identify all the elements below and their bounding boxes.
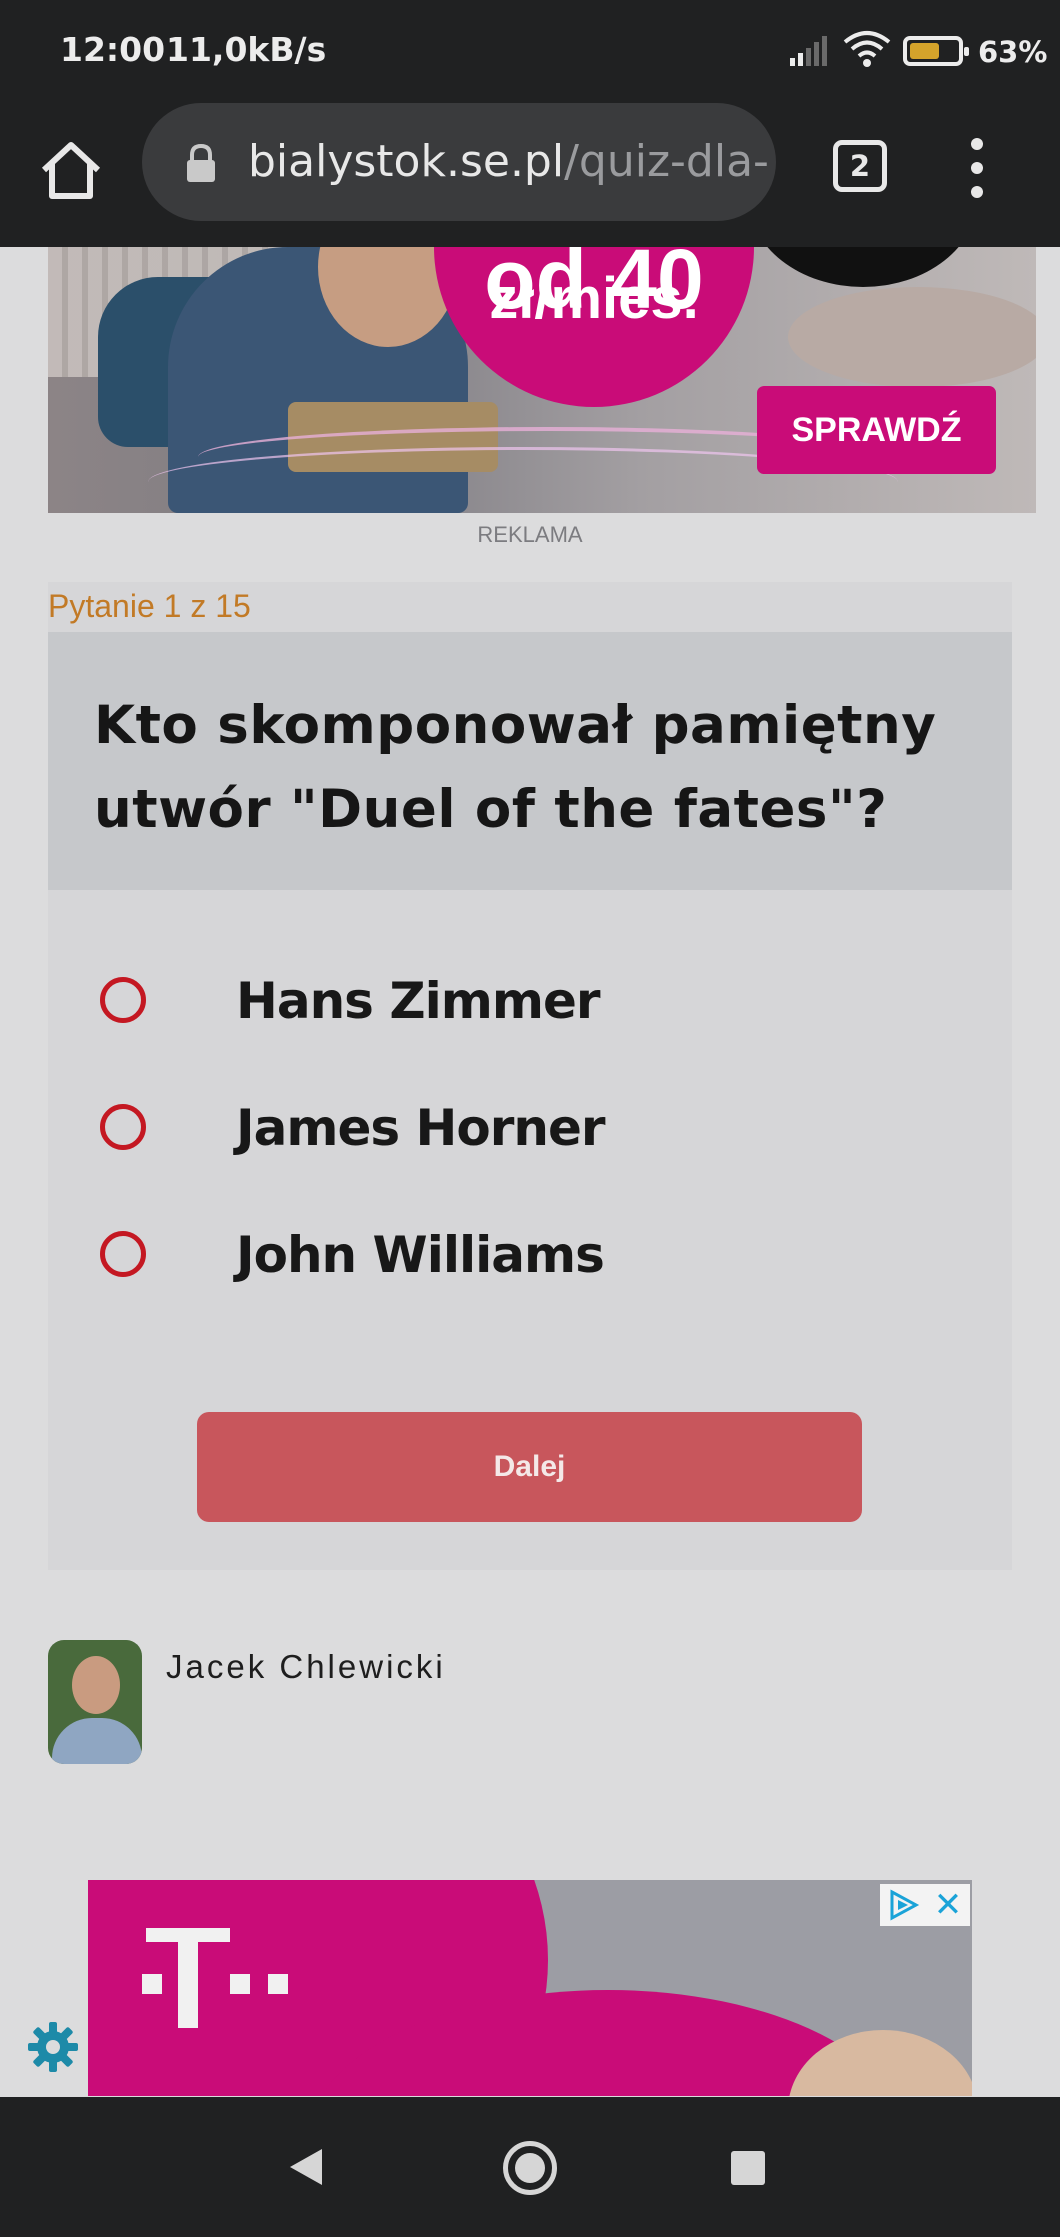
- adchoices-icon[interactable]: [886, 1888, 922, 1922]
- ad-label: REKLAMA: [477, 522, 583, 547]
- battery-percent: 63%: [978, 35, 1048, 69]
- ad-pillows: [788, 287, 1036, 387]
- answers-box: Hans Zimmer James Horner John Williams D…: [48, 890, 1012, 1570]
- battery-icon: [903, 36, 969, 66]
- answer-option[interactable]: Hans Zimmer: [48, 950, 1012, 1050]
- quiz-progress-text: Pytanie 1 z 15: [48, 588, 251, 624]
- author-name[interactable]: Jacek Chlewicki: [166, 1648, 446, 1686]
- tab-switcher-button[interactable]: 2: [833, 140, 887, 192]
- answer-option[interactable]: John Williams: [48, 1204, 1012, 1304]
- url-path: /quiz-dla-p: [564, 136, 768, 187]
- author-byline[interactable]: Jacek Chlewicki: [48, 1640, 748, 1768]
- answer-option[interactable]: James Horner: [48, 1077, 1012, 1177]
- quiz-progress: Pytanie 1 z 15: [48, 582, 1012, 632]
- address-bar[interactable]: bialystok.se.pl/quiz-dla-p: [142, 103, 776, 221]
- ad-cta-button[interactable]: SPRAWDŹ: [757, 386, 996, 474]
- recent-apps-icon[interactable]: [731, 2151, 765, 2185]
- answer-label[interactable]: James Horner: [236, 1099, 606, 1157]
- avatar-head: [72, 1656, 120, 1714]
- radio-button[interactable]: [100, 977, 146, 1023]
- network-speed: 11,0kB/s: [166, 30, 327, 69]
- overflow-menu-icon[interactable]: [965, 138, 989, 198]
- answer-label[interactable]: John Williams: [236, 1226, 605, 1284]
- ad-price-unit: zł/mies.: [489, 266, 699, 331]
- browser-toolbar: bialystok.se.pl/quiz-dla-p 2: [0, 100, 1060, 247]
- wifi-icon: [843, 31, 891, 67]
- back-icon[interactable]: [288, 2147, 324, 2187]
- home-button-icon[interactable]: [503, 2141, 557, 2195]
- radio-button[interactable]: [100, 1104, 146, 1150]
- answer-label[interactable]: Hans Zimmer: [236, 972, 601, 1030]
- system-nav-bar: [0, 2097, 1060, 2237]
- gear-icon[interactable]: [26, 2020, 80, 2074]
- ad-banner-top[interactable]: od 40 zł/mies. SPRAWDŹ: [48, 247, 1036, 513]
- signal-icon: [790, 36, 827, 66]
- avatar[interactable]: [48, 1640, 142, 1764]
- close-ad-icon[interactable]: ✕: [926, 1884, 970, 1926]
- url-domain: bialystok.se.pl: [248, 136, 565, 187]
- status-time: 12:00: [60, 30, 166, 69]
- home-icon[interactable]: [36, 136, 106, 206]
- radio-button[interactable]: [100, 1231, 146, 1277]
- lock-icon: [187, 143, 215, 182]
- question-box: Kto skomponował pamiętny utwór "Duel of …: [48, 632, 1012, 890]
- url-text: bialystok.se.pl/quiz-dla-p: [248, 136, 768, 187]
- quiz-question: Kto skomponował pamiętny utwór "Duel of …: [94, 695, 937, 840]
- telekom-logo-icon: [142, 1928, 326, 2028]
- ad-choices[interactable]: ✕: [880, 1884, 970, 1926]
- status-bar: 12:00 11,0kB/s 63%: [0, 0, 1060, 100]
- ad-banner-bottom[interactable]: [88, 1880, 972, 2096]
- next-button[interactable]: Dalej: [197, 1412, 862, 1522]
- avatar-body: [52, 1718, 142, 1764]
